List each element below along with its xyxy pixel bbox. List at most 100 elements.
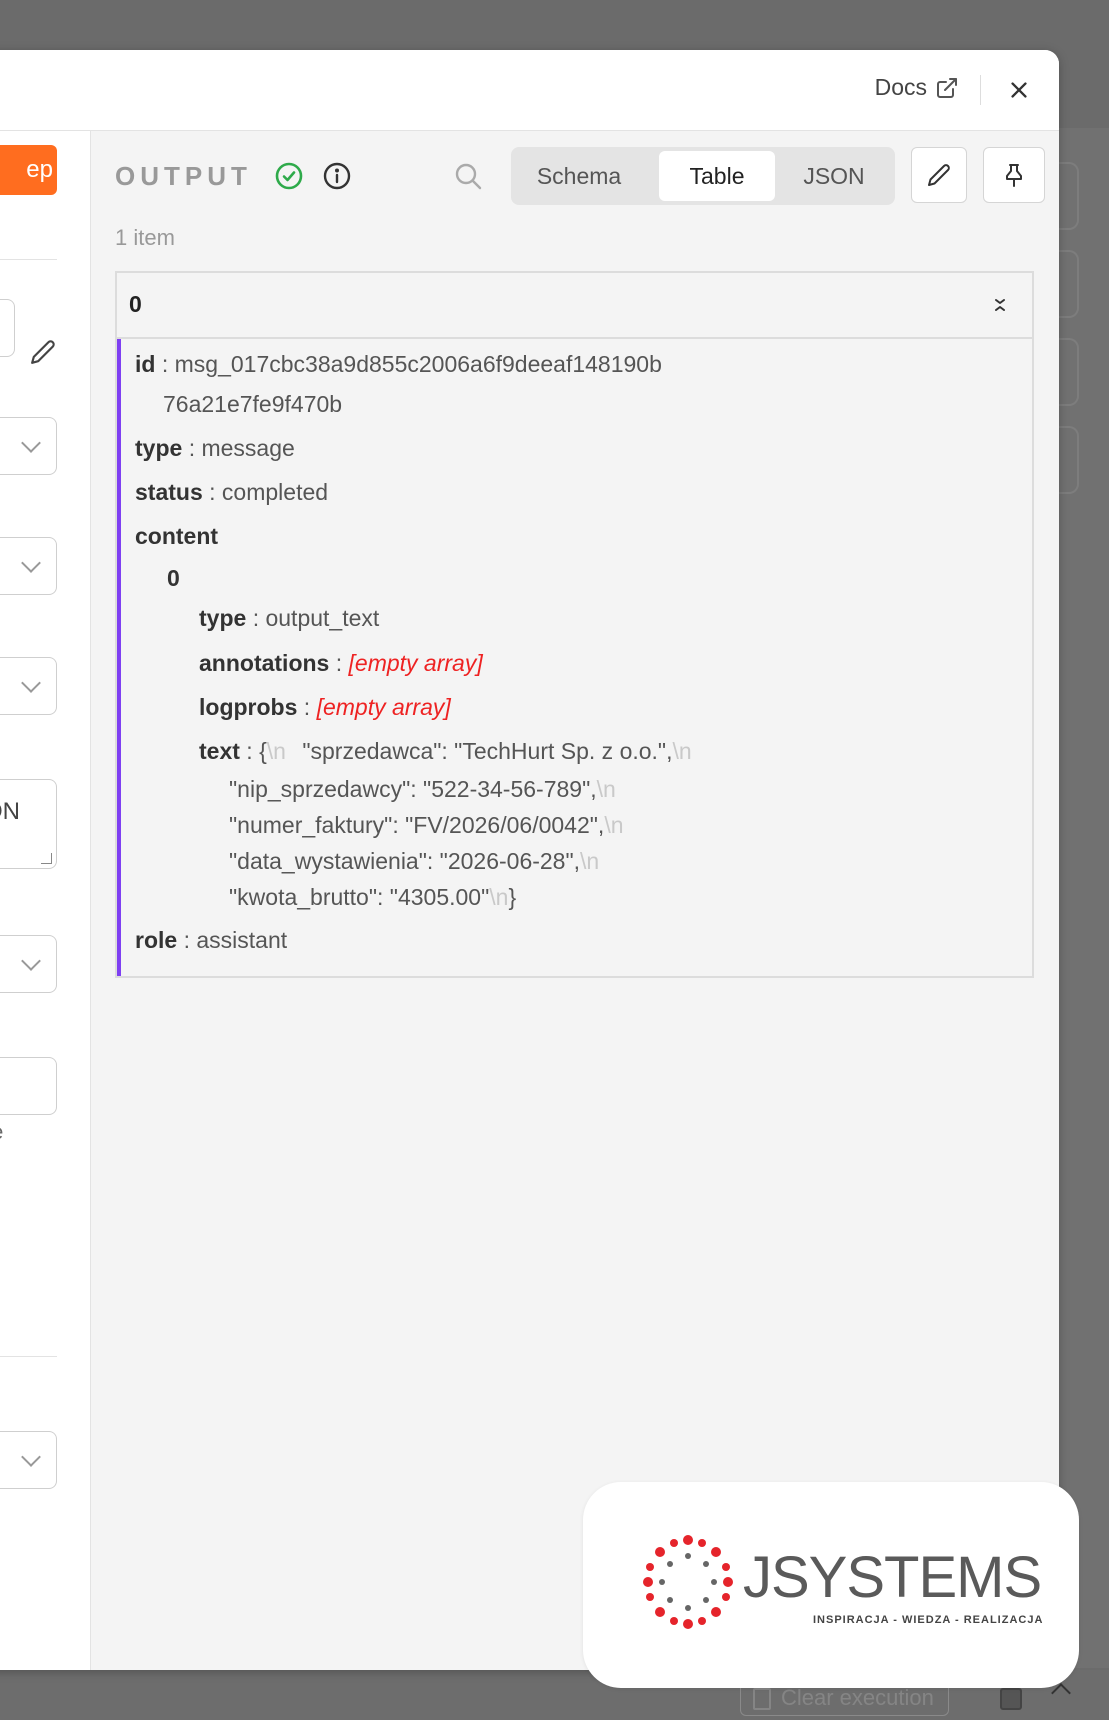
- field-key: type: [199, 605, 247, 631]
- text-line: "data_wystawienia": "2026-06-28",: [229, 848, 581, 874]
- collapse-icon[interactable]: [990, 293, 1010, 317]
- text-line-row: "numer_faktury": "FV/2026/06/0042",\n: [229, 812, 624, 839]
- json-brace: {: [259, 738, 267, 764]
- prompt-textarea[interactable]: ON: [0, 779, 57, 869]
- divider: [0, 1356, 57, 1357]
- output-title: OUTPUT: [115, 161, 252, 191]
- info-icon[interactable]: [322, 161, 352, 191]
- pencil-icon: [928, 164, 950, 186]
- option-select[interactable]: [0, 935, 57, 993]
- field-row-id: id : msg_017cbc38a9d855c2006a6f9deeaf148…: [135, 351, 662, 377]
- node-details-panel: Docs ep ON: [0, 50, 1059, 1670]
- resource-select[interactable]: [0, 417, 57, 475]
- external-link-icon: [937, 77, 957, 98]
- copy-icon[interactable]: [1000, 1688, 1022, 1710]
- close-button[interactable]: [1001, 72, 1037, 108]
- field-row-status: status : completed: [135, 479, 329, 505]
- field-row-text: text : {\n "sprzedawca": "TechHurt Sp. z…: [199, 738, 692, 764]
- helper-text: pe: [0, 1121, 3, 1145]
- clear-execution-label: Clear execution: [781, 1685, 934, 1710]
- jsystems-logo-card: JSYSTEMS INSPIRACJA - WIEDZA - REALIZACJ…: [583, 1482, 1079, 1688]
- canvas-node: [1059, 250, 1079, 318]
- settings-select[interactable]: [0, 1431, 57, 1489]
- json-brace: }: [508, 884, 517, 910]
- field-key: logprobs: [199, 694, 298, 720]
- search-icon[interactable]: [453, 161, 483, 191]
- pin-data-button[interactable]: [983, 147, 1045, 203]
- field-key: type: [135, 435, 183, 461]
- jsystems-logo-mark: [643, 1535, 733, 1629]
- credential-select[interactable]: [0, 299, 15, 357]
- execute-step-button[interactable]: ep: [0, 145, 57, 195]
- pin-icon: [1006, 164, 1022, 187]
- empty-array-value: [empty array]: [348, 650, 483, 676]
- text-line-row: "kwota_brutto": "4305.00"\n}: [229, 884, 516, 911]
- close-icon: [1011, 82, 1027, 98]
- prompt-text: ON: [0, 798, 20, 825]
- edit-output-button[interactable]: [911, 147, 967, 203]
- view-option-schema[interactable]: Schema: [515, 151, 643, 201]
- field-value: assistant: [196, 927, 288, 953]
- text-line: "sprzedawca": "TechHurt Sp. z o.o.",: [302, 738, 673, 764]
- chevron-down-icon: [21, 433, 41, 453]
- field-value: output_text: [265, 605, 380, 631]
- text-line-row: "nip_sprzedawcy": "522-34-56-789",\n: [229, 776, 616, 803]
- field-row-annotations: annotations : [empty array]: [199, 650, 483, 676]
- chevron-down-icon: [21, 951, 41, 971]
- view-option-table[interactable]: Table: [659, 151, 775, 201]
- text-input[interactable]: [0, 1057, 57, 1115]
- field-key: status: [135, 479, 203, 505]
- field-row-role: role : assistant: [135, 927, 288, 953]
- field-value: completed: [221, 479, 329, 505]
- item-count: 1 item: [115, 225, 175, 250]
- operation-select[interactable]: [0, 537, 57, 595]
- output-column: OUTPUT Schema Table JSON 1 item 0 id: m…: [91, 131, 1059, 1670]
- field-key: role: [135, 927, 178, 953]
- newline-marker: \n: [672, 738, 692, 764]
- field-key: annotations: [199, 650, 330, 676]
- canvas-node: [1059, 426, 1079, 494]
- resize-handle[interactable]: [41, 853, 52, 864]
- chevron-down-icon: [21, 673, 41, 693]
- docs-label: Docs: [874, 74, 927, 100]
- model-select[interactable]: [0, 657, 57, 715]
- field-row-content-type: type : output_text: [199, 605, 380, 631]
- text-line: "numer_faktury": "FV/2026/06/0042",: [229, 812, 605, 838]
- newline-marker: \n: [580, 848, 600, 874]
- newline-marker: \n: [489, 884, 509, 910]
- field-key: text: [199, 738, 240, 764]
- logo-wordmark: JSYSTEMS: [743, 1545, 1042, 1610]
- edit-icon[interactable]: [30, 339, 56, 365]
- success-check-icon: [275, 162, 303, 190]
- trash-icon: [753, 1688, 771, 1710]
- field-value: msg_017cbc38a9d855c2006a6f9deeaf148190b: [174, 351, 662, 377]
- field-value: message: [201, 435, 295, 461]
- item-header[interactable]: 0: [117, 273, 1032, 339]
- canvas-node: [1059, 338, 1079, 406]
- view-option-json[interactable]: JSON: [777, 151, 891, 201]
- parameters-column: ep ON pe: [0, 131, 91, 1670]
- canvas-node: [1059, 162, 1079, 230]
- empty-array-value: [empty array]: [316, 694, 451, 720]
- field-row-logprobs: logprobs : [empty array]: [199, 694, 451, 720]
- newline-marker: \n: [604, 812, 624, 838]
- text-line-row: "data_wystawienia": "2026-06-28",\n: [229, 848, 599, 875]
- newline-marker: \n: [266, 738, 286, 764]
- header-divider: [980, 75, 981, 105]
- item-index: 0: [129, 291, 142, 317]
- divider: [0, 259, 57, 260]
- panel-header: Docs: [0, 50, 1059, 131]
- index-label: 0: [167, 565, 180, 591]
- execute-step-label: ep: [26, 156, 53, 183]
- field-row-content: content: [135, 523, 218, 550]
- chevron-up-icon[interactable]: [1051, 1683, 1071, 1703]
- output-item: 0 id : msg_017cbc38a9d855c2006a6f9deeaf1…: [115, 271, 1034, 978]
- field-key: content: [135, 523, 219, 549]
- view-mode-toggle: Schema Table JSON: [511, 147, 895, 205]
- chevron-down-icon: [21, 553, 41, 573]
- chevron-down-icon: [21, 1447, 41, 1467]
- field-key: id: [135, 351, 156, 377]
- field-row-type: type : message: [135, 435, 295, 461]
- docs-link[interactable]: Docs: [875, 74, 959, 101]
- item-fields: id : msg_017cbc38a9d855c2006a6f9deeaf148…: [117, 339, 1032, 976]
